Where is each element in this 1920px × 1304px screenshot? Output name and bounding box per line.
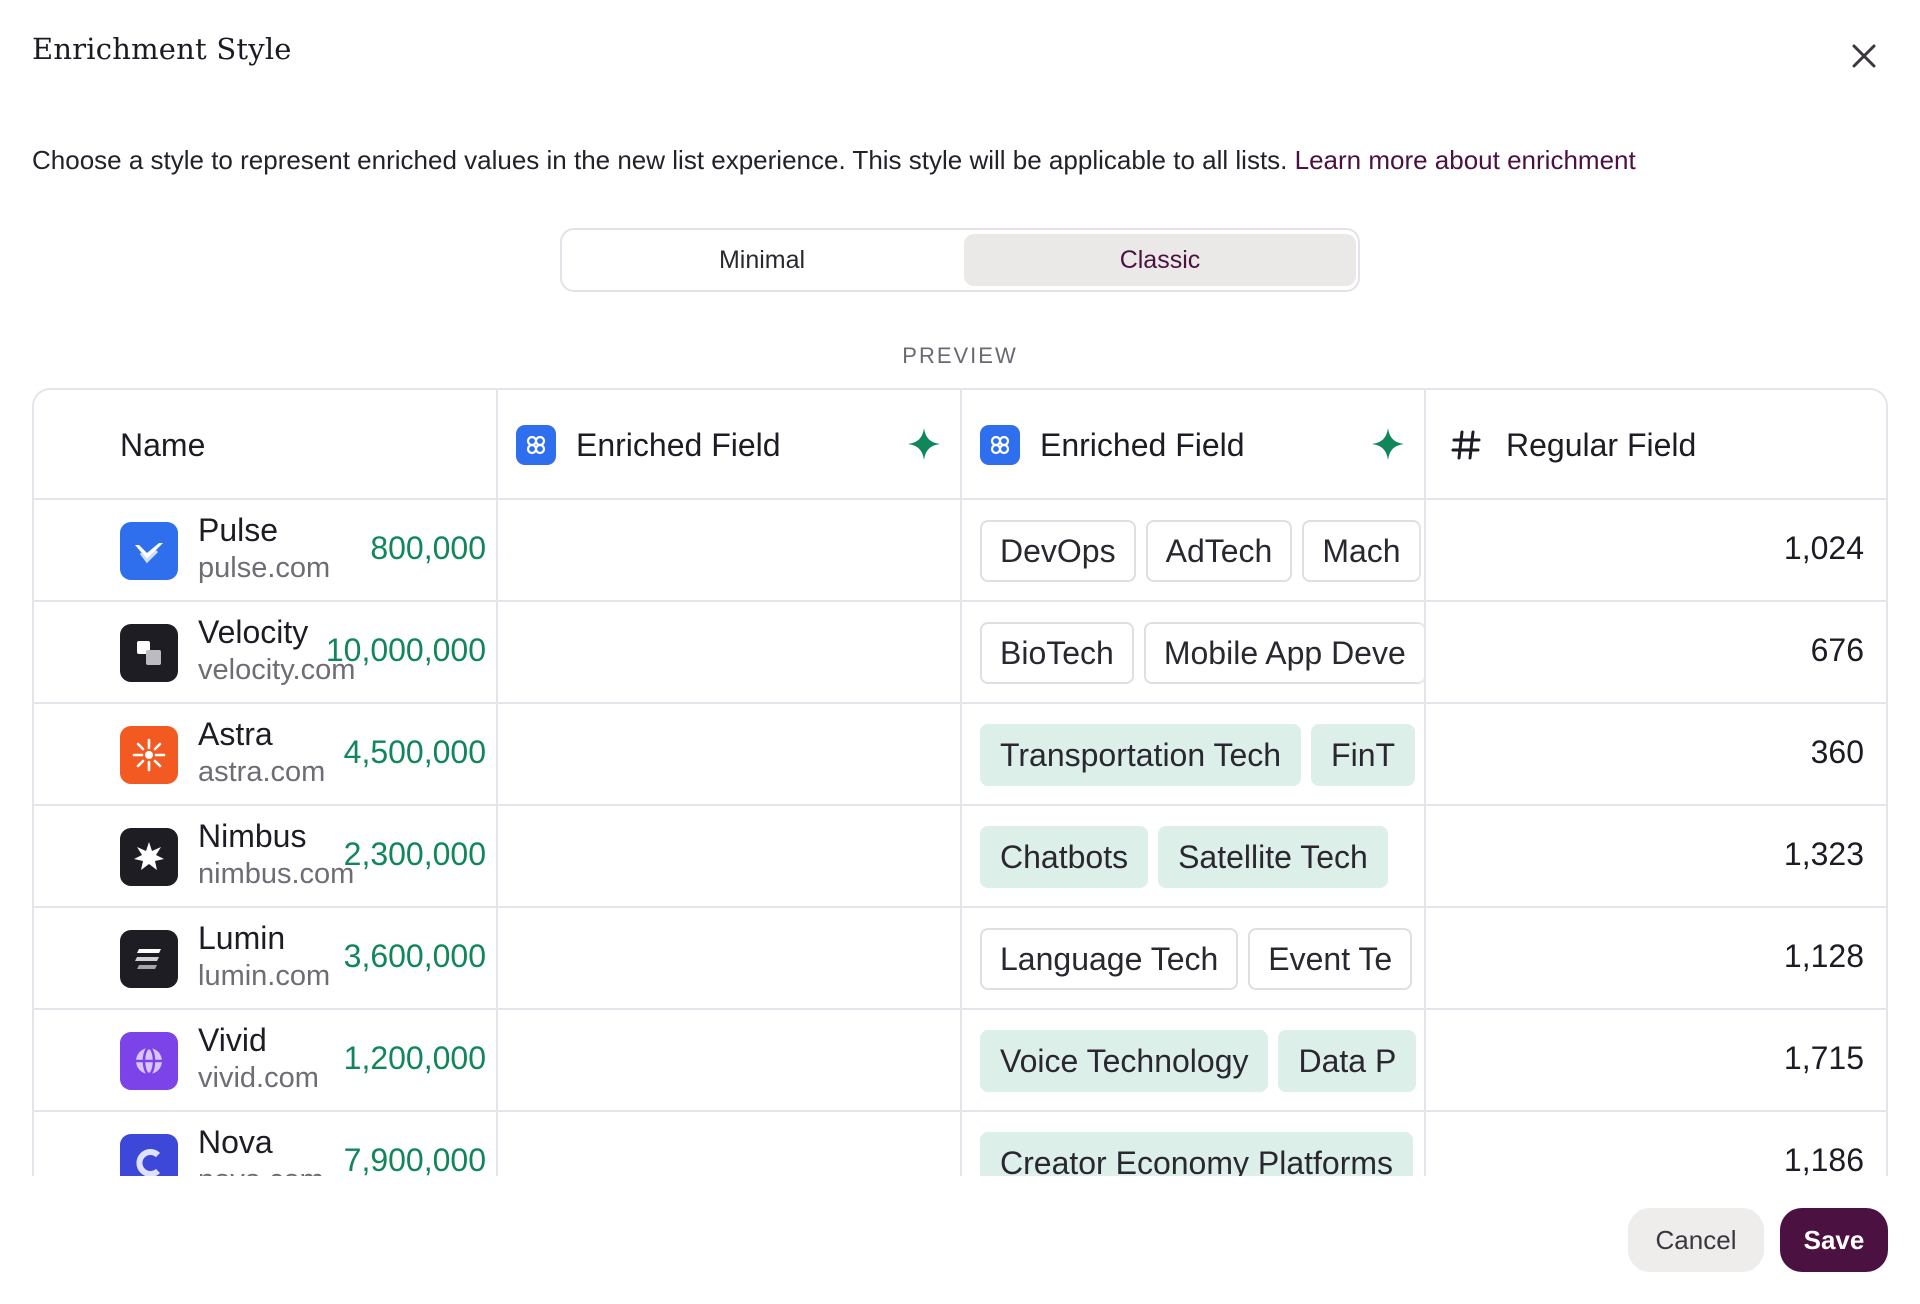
tag-chip: Satellite Tech <box>1158 826 1388 888</box>
company-name: Astra <box>198 716 273 752</box>
enriched-number-value: 10,000,000 <box>325 632 486 668</box>
company-logo <box>120 522 178 580</box>
tag-chip: Event Te <box>1248 928 1413 990</box>
description-text: Choose a style to represent enriched val… <box>32 145 1288 175</box>
tag-chip: Language Tech <box>980 928 1239 990</box>
regular-field-value: 1,323 <box>1783 836 1864 872</box>
column-header-label: Enriched Field <box>1040 426 1245 463</box>
tag-chip: Data P <box>1278 1030 1417 1092</box>
style-toggle: Minimal Classic <box>560 228 1360 292</box>
tags-overflow-fade <box>1414 520 1444 582</box>
tags-overflow-fade <box>1414 724 1444 786</box>
enrichment-style-dialog: Enrichment Style Choose a style to repre… <box>0 0 1920 1304</box>
company-logo <box>120 930 178 988</box>
regular-field-value: 1,024 <box>1783 530 1864 566</box>
dialog-title: Enrichment Style <box>32 32 292 66</box>
learn-more-link[interactable]: Learn more about enrichment <box>1295 145 1636 175</box>
column-divider <box>1424 390 1426 1176</box>
enriched-number-value: 2,300,000 <box>343 836 486 872</box>
company-domain: nimbus.com <box>198 858 355 890</box>
close-icon[interactable] <box>1846 38 1882 74</box>
preview-table: Name Enriched Field Enriched Field Regul… <box>32 388 1888 1176</box>
company-domain: pulse.com <box>198 552 331 584</box>
tag-chip: Transportation Tech <box>980 724 1302 786</box>
preview-label: PREVIEW <box>902 343 1018 368</box>
tag-chip: Chatbots <box>980 826 1149 888</box>
save-button[interactable]: Save <box>1780 1208 1888 1272</box>
column-header-enriched-2: Enriched Field <box>980 390 1245 500</box>
company-domain: lumin.com <box>198 960 331 992</box>
column-divider <box>960 390 962 1176</box>
company-name: Lumin <box>198 920 286 956</box>
option-minimal[interactable]: Minimal <box>566 234 958 286</box>
tag-chip: DevOps <box>980 520 1136 582</box>
enriched-tags: DevOps AdTech Mach <box>980 520 1444 582</box>
enriched-number-value: 3,600,000 <box>343 938 486 974</box>
company-logo <box>120 624 178 682</box>
regular-field-value: 1,128 <box>1783 938 1864 974</box>
sparkle-icon <box>908 428 940 460</box>
dialog-description: Choose a style to represent enriched val… <box>32 145 1636 176</box>
company-domain: vivid.com <box>198 1062 319 1094</box>
enriched-tags: Creator Economy Platforms <box>980 1132 1444 1176</box>
column-header-enriched-1: Enriched Field <box>516 390 781 500</box>
enriched-tags: BioTech Mobile App Deve <box>980 622 1444 684</box>
enriched-tags: Language Tech Event Te <box>980 928 1444 990</box>
company-logo <box>120 828 178 886</box>
regular-field-value: 1,715 <box>1783 1040 1864 1076</box>
company-name: Pulse <box>198 512 279 548</box>
company-name: Nimbus <box>198 818 307 854</box>
tag-chip: AdTech <box>1145 520 1293 582</box>
enriched-tags: Transportation Tech FinT <box>980 724 1444 786</box>
company-name: Vivid <box>198 1022 267 1058</box>
tag-chip: FinT <box>1311 724 1416 786</box>
enriched-number-value: 1,200,000 <box>343 1040 486 1076</box>
enriched-number-value: 800,000 <box>370 530 486 566</box>
tag-chip: Voice Technology <box>980 1030 1269 1092</box>
hash-icon <box>1446 425 1486 465</box>
regular-field-value: 1,186 <box>1783 1142 1864 1176</box>
column-header-label: Regular Field <box>1506 426 1697 463</box>
tag-chip: BioTech <box>980 622 1134 684</box>
company-name: Velocity <box>198 614 309 650</box>
tags-overflow-fade <box>1414 1132 1444 1176</box>
tags-overflow-fade <box>1414 928 1444 990</box>
tag-chip: Mach <box>1302 520 1421 582</box>
company-name: Nova <box>198 1124 273 1160</box>
column-header-regular: Regular Field <box>1446 390 1696 500</box>
enriched-tags: Chatbots Satellite Tech <box>980 826 1444 888</box>
column-header-label: Enriched Field <box>576 426 781 463</box>
tags-overflow-fade <box>1414 826 1444 888</box>
tags-overflow-fade <box>1414 1030 1444 1092</box>
tag-chip: Mobile App Deve <box>1143 622 1426 684</box>
company-domain: astra.com <box>198 756 326 788</box>
column-header-name: Name <box>120 426 206 463</box>
tags-overflow-fade <box>1414 622 1444 684</box>
enriched-tags: Voice Technology Data P <box>980 1030 1444 1092</box>
tag-chip: Creator Economy Platforms <box>980 1132 1414 1176</box>
cancel-button[interactable]: Cancel <box>1628 1208 1764 1272</box>
company-logo <box>120 1032 178 1090</box>
enriched-field-icon <box>980 425 1020 465</box>
company-domain: nova.com <box>198 1164 324 1176</box>
option-classic[interactable]: Classic <box>964 234 1356 286</box>
regular-field-value: 360 <box>1810 734 1864 770</box>
sparkle-icon <box>1372 428 1404 460</box>
enriched-number-value: 4,500,000 <box>343 734 486 770</box>
company-logo <box>120 726 178 784</box>
column-divider <box>496 390 498 1176</box>
enriched-number-value: 7,900,000 <box>343 1142 486 1176</box>
enriched-field-icon <box>516 425 556 465</box>
company-logo <box>120 1134 178 1176</box>
regular-field-value: 676 <box>1810 632 1864 668</box>
